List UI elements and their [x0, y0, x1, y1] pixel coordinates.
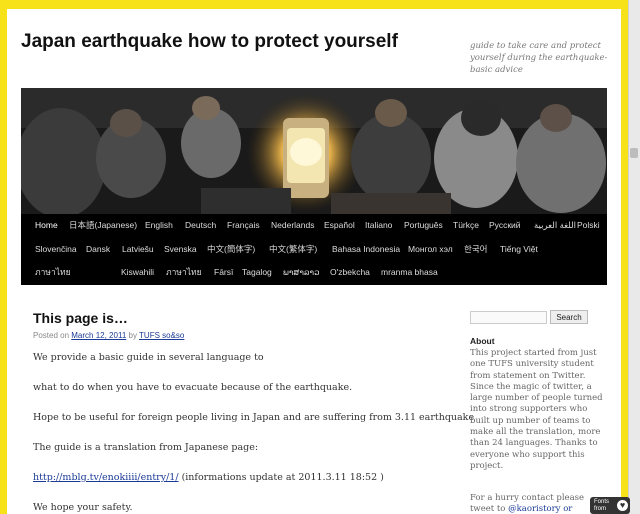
- nav-item-myanmar[interactable]: mranma bhasa: [381, 261, 438, 284]
- nav-item-mongolian[interactable]: Монгол хэл: [408, 238, 453, 261]
- fonts-icon: ♥: [617, 500, 628, 511]
- nav-item-uzbek[interactable]: O'zbekcha: [330, 261, 370, 284]
- nav-item-dansk[interactable]: Dansk: [86, 238, 110, 261]
- nav-item-korean[interactable]: 한국어: [464, 238, 487, 261]
- post-meta: Posted on March 12, 2011 by TUFS so&so: [33, 331, 184, 340]
- meta-posted-on: Posted on: [33, 331, 70, 340]
- search-input[interactable]: [470, 311, 547, 324]
- nav-item-home[interactable]: Home: [35, 214, 58, 237]
- nav-item-polski[interactable]: Polski: [577, 214, 600, 237]
- nav-item-nederlands[interactable]: Nederlands: [271, 214, 314, 237]
- about-heading: About: [470, 336, 495, 346]
- fonts-badge-label: Fonts from: [594, 499, 610, 512]
- nav-row-2: Slovenčina Dansk Latviešu Svenska 中文(簡体字…: [21, 238, 607, 261]
- post-paragraph: We hope your safety.: [33, 502, 133, 513]
- nav-row-1: Home 日本語(Japanese) English Deutsch Franç…: [21, 214, 607, 237]
- scrollbar-thumb[interactable]: [630, 148, 638, 158]
- post-author-link[interactable]: TUFS so&so: [139, 331, 184, 340]
- post-paragraph: We provide a basic guide in several lang…: [33, 352, 264, 363]
- fonts-badge[interactable]: Fonts from ♥: [590, 497, 630, 514]
- nav-item-latviesu[interactable]: Latviešu: [122, 238, 154, 261]
- post-paragraph: what to do when you have to evacuate bec…: [33, 382, 353, 393]
- nav-item-svenska[interactable]: Svenska: [164, 238, 197, 261]
- nav-item-vietnamese[interactable]: Tiếng Việt: [500, 238, 538, 261]
- nav-item-lao[interactable]: ພາສາລາວ: [283, 261, 319, 284]
- nav-item-portugues[interactable]: Português: [404, 214, 443, 237]
- nav-item-turkce[interactable]: Türkçe: [453, 214, 479, 237]
- contact-text: For a hurry contact please tweet to @kao…: [470, 493, 604, 514]
- meta-by: by: [128, 331, 137, 340]
- post-paragraph-link: http://mblg.tv/enokiiii/entry/1/ (inform…: [33, 472, 384, 483]
- post-paragraph: Hope to be useful for foreign people liv…: [33, 412, 475, 423]
- nav-item-thai[interactable]: ภาษาไทย: [166, 261, 202, 284]
- banner-photo: [21, 88, 607, 214]
- page: Japan earthquake how to protect yourself…: [7, 9, 621, 514]
- search-button[interactable]: Search: [550, 310, 588, 324]
- nav-item-japanese[interactable]: 日本語(Japanese): [69, 214, 137, 237]
- nav-item-english[interactable]: English: [145, 214, 173, 237]
- nav-item-tagalog[interactable]: Tagalog: [242, 261, 272, 284]
- nav-item-italiano[interactable]: Italiano: [365, 214, 392, 237]
- site-title[interactable]: Japan earthquake how to protect yourself: [21, 31, 398, 53]
- nav-item-farsi[interactable]: Fārsī: [214, 261, 233, 284]
- vertical-scrollbar[interactable]: [628, 0, 640, 514]
- nav-item-slovencina[interactable]: Slovenčina: [35, 238, 77, 261]
- post-title[interactable]: This page is…: [33, 310, 128, 326]
- nav-item-deutsch[interactable]: Deutsch: [185, 214, 216, 237]
- nav-item-chinese-traditional[interactable]: 中文(繁体字): [269, 238, 317, 261]
- nav-item-francais[interactable]: Français: [227, 214, 260, 237]
- nav-item-arabic[interactable]: اللغة العربية: [534, 214, 576, 237]
- header-banner-image: [21, 88, 607, 214]
- post-paragraph: The guide is a translation from Japanese…: [33, 442, 259, 453]
- about-text: This project started from just one TUFS …: [470, 348, 603, 471]
- nav-item-espanol[interactable]: Español: [324, 214, 355, 237]
- nav-item-bahasa-indonesia[interactable]: Bahasa Indonesia: [332, 238, 400, 261]
- nav-item-kiswahili[interactable]: Kiswahili: [121, 261, 154, 284]
- nav-item-language-1[interactable]: ภาษาไทย: [35, 261, 71, 284]
- source-link[interactable]: http://mblg.tv/enokiiii/entry/1/: [33, 472, 179, 483]
- main-navigation: Home 日本語(Japanese) English Deutsch Franç…: [21, 214, 607, 285]
- site-tagline: guide to take care and protect yourself …: [470, 41, 608, 75]
- post-date-link[interactable]: March 12, 2011: [71, 331, 126, 340]
- nav-item-russian[interactable]: Русский: [489, 214, 521, 237]
- update-note: (informations update at 2011.3.11 18:52 …: [178, 472, 384, 483]
- nav-item-chinese-simplified[interactable]: 中文(簡体字): [207, 238, 255, 261]
- nav-row-3: ภาษาไทย Kiswahili ภาษาไทย Fārsī Tagalog …: [21, 261, 607, 284]
